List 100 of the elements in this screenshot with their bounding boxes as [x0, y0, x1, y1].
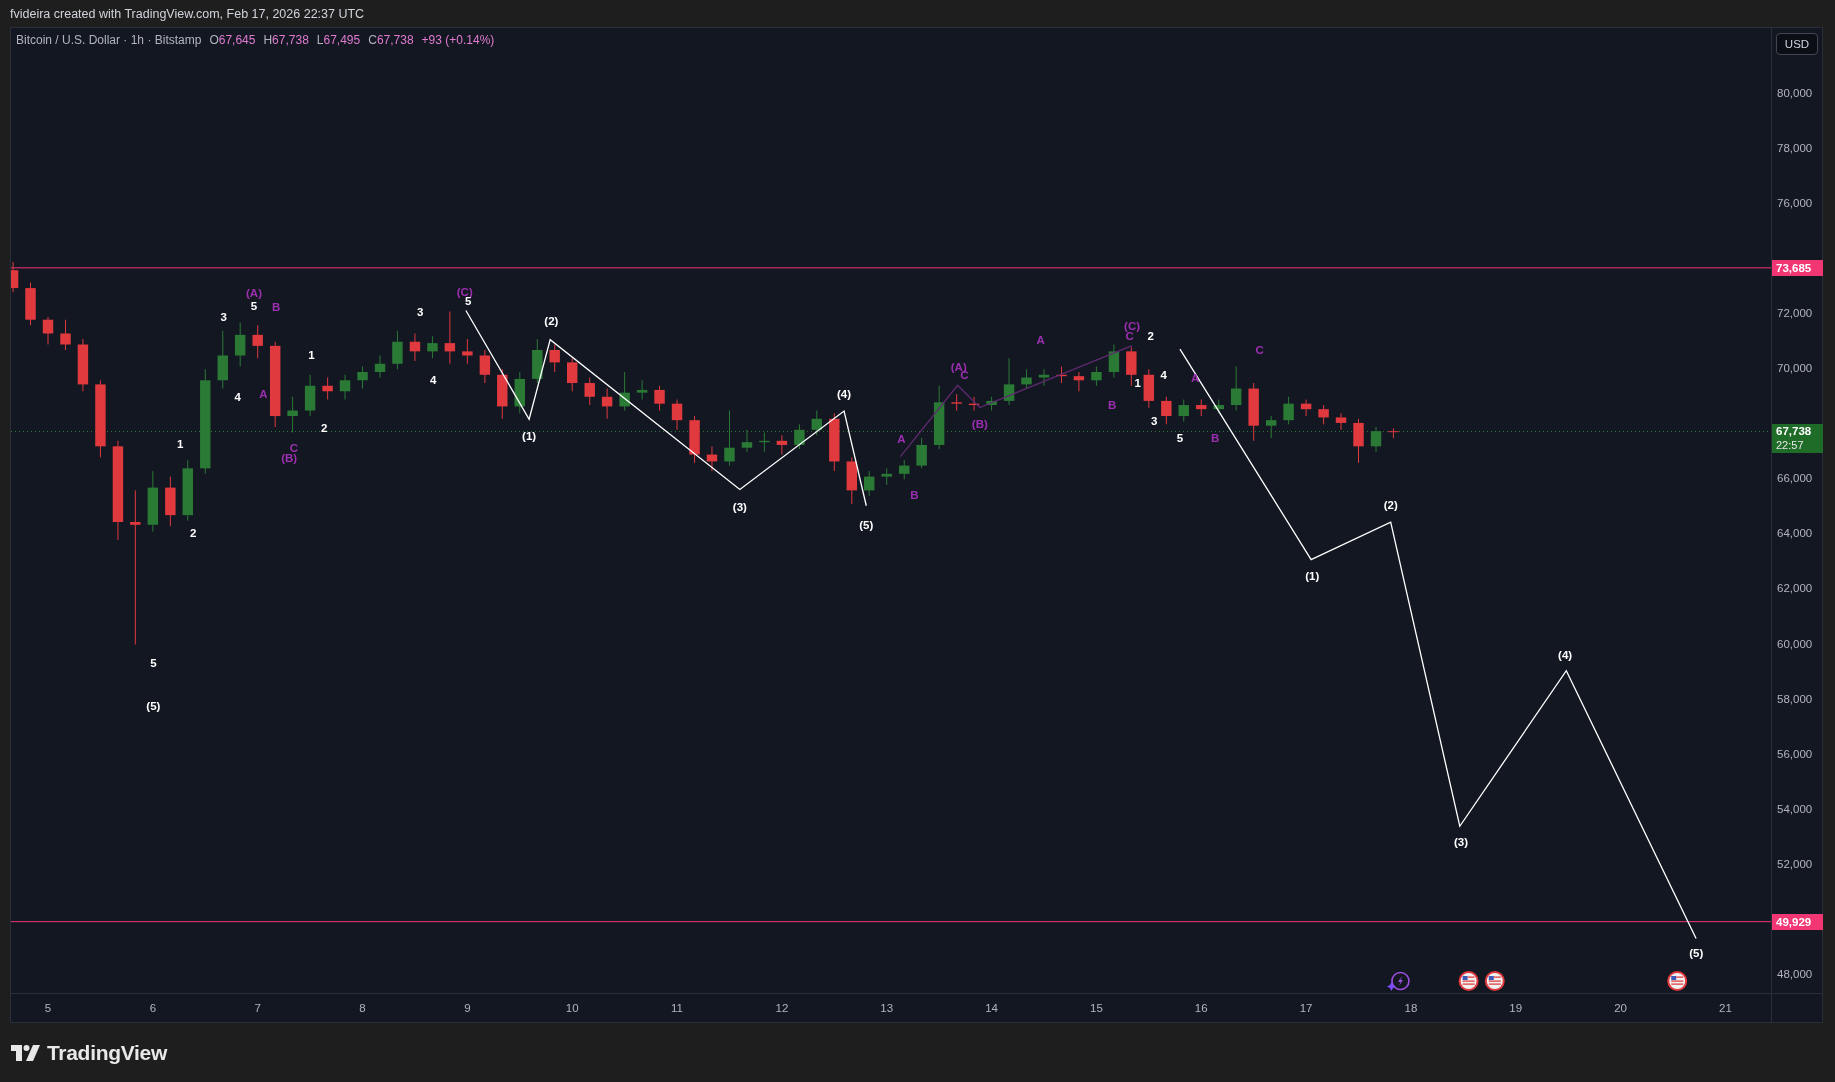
candlestick — [654, 385, 665, 412]
candlestick — [741, 429, 753, 453]
bar-countdown: 22:57 — [1776, 438, 1805, 452]
price-level-line[interactable] — [11, 921, 1771, 923]
candlestick — [1073, 371, 1085, 392]
price-tick: 56,000 — [1777, 747, 1813, 760]
wave-label: 3 — [220, 310, 227, 323]
wave-label: (5) — [146, 700, 161, 712]
time-tick: 11 — [671, 1002, 684, 1015]
wave-label: (B) — [281, 452, 298, 464]
time-tick: 21 — [1719, 1002, 1732, 1015]
time-tick: 5 — [44, 1002, 52, 1015]
wave-label: (5) — [1689, 946, 1704, 959]
wave-label: (C) — [456, 285, 473, 298]
ohlc-value: L67,495 — [316, 33, 361, 47]
wave-label: (4) — [1558, 648, 1573, 661]
candlestick — [549, 344, 560, 373]
price-tick: 64,000 — [1777, 527, 1813, 540]
wave-label: B — [1108, 399, 1117, 412]
price-tick: 54,000 — [1777, 802, 1813, 815]
price-tick: 80,000 — [1777, 87, 1813, 100]
wave-label: A — [259, 387, 268, 400]
price-tick: 66,000 — [1777, 472, 1813, 485]
candlestick — [1388, 427, 1399, 439]
time-tick: 6 — [149, 1002, 157, 1015]
time-tick: 7 — [254, 1002, 261, 1015]
time-tick: 20 — [1614, 1002, 1627, 1015]
time-tick: 15 — [1090, 1002, 1103, 1015]
price-tick: 76,000 — [1777, 197, 1813, 210]
flag-icon[interactable] — [1458, 971, 1479, 991]
candlestick — [479, 349, 491, 384]
time-tick: 8 — [359, 1002, 366, 1015]
flag-icon[interactable] — [1667, 971, 1688, 991]
wave-label: (1) — [522, 429, 537, 442]
time-tick: 18 — [1404, 1002, 1418, 1015]
candlestick — [427, 335, 438, 359]
candlestick — [339, 374, 351, 401]
candlestick — [1003, 357, 1015, 406]
candlestick — [42, 316, 54, 345]
price-tick: 70,000 — [1777, 362, 1813, 375]
candlestick — [1370, 426, 1382, 453]
price-tick: 52,000 — [1777, 857, 1813, 870]
ohlc-value: C67,738 — [368, 33, 414, 47]
wave-label: (B) — [971, 418, 988, 431]
candlestick — [671, 399, 683, 431]
logo-icon — [11, 1044, 41, 1061]
current-price-label: 67,738 — [1776, 423, 1813, 439]
candlestick — [1265, 415, 1277, 439]
wave-label: (5) — [859, 518, 874, 531]
candlestick — [130, 489, 141, 645]
wave-label: A — [1036, 333, 1045, 346]
candlestick — [566, 357, 578, 392]
time-tick: 9 — [464, 1002, 471, 1015]
candlestick — [444, 310, 456, 365]
candlestick — [1091, 366, 1102, 387]
price-change: +93 (+0.14%) — [421, 33, 495, 47]
candlestick — [899, 459, 910, 480]
price-tick: 60,000 — [1777, 637, 1813, 650]
candlestick — [322, 377, 333, 401]
wave-label: 4 — [234, 391, 241, 404]
candlestick — [864, 470, 875, 497]
candlestick — [1283, 396, 1294, 425]
wave-label: 4 — [1160, 368, 1167, 381]
candlestick — [636, 379, 648, 401]
flag-icon[interactable] — [1484, 971, 1505, 991]
candlestick — [776, 434, 788, 456]
wave-label: (A) — [950, 360, 967, 373]
candlestick — [1038, 368, 1050, 387]
wave-label: 4 — [430, 373, 437, 386]
wave-label: B — [1210, 432, 1220, 445]
ohlc-value: O67,645 — [209, 33, 256, 47]
time-tick: 17 — [1299, 1002, 1313, 1015]
wave-label: C — [1255, 344, 1264, 357]
symbol-title: Bitcoin / U.S. Dollar · 1h · Bitstamp — [16, 33, 202, 47]
candlestick — [724, 410, 735, 467]
wave-label: A — [1191, 372, 1200, 385]
wave-label: (A) — [246, 287, 262, 300]
candlestick — [234, 321, 246, 368]
price-tick: 62,000 — [1777, 582, 1813, 595]
time-tick: 10 — [565, 1002, 579, 1015]
candlestick — [252, 324, 263, 359]
candlestick — [392, 330, 403, 370]
currency-button[interactable]: USD — [1776, 33, 1818, 55]
wave-label: (3) — [732, 501, 747, 514]
wave-label: 5 — [250, 299, 258, 312]
wave-label: (4) — [837, 387, 852, 400]
candlestick — [584, 377, 595, 406]
time-tick: 12 — [775, 1002, 789, 1015]
wave-label: (1) — [1305, 570, 1320, 583]
wave-label: B — [910, 489, 919, 502]
lightning-icon[interactable] — [1386, 971, 1410, 991]
price-level-label: 73,685 — [1772, 259, 1823, 276]
wave-label: 5 — [150, 656, 157, 669]
wave-label: 2 — [190, 526, 197, 539]
wave-label: A — [897, 433, 906, 446]
ohlc-value: H67,738 — [263, 33, 309, 47]
price-tick: 72,000 — [1777, 307, 1813, 320]
price-tick: 48,000 — [1777, 967, 1813, 980]
time-tick: 16 — [1194, 1002, 1208, 1015]
wave-label: C — [289, 441, 298, 454]
